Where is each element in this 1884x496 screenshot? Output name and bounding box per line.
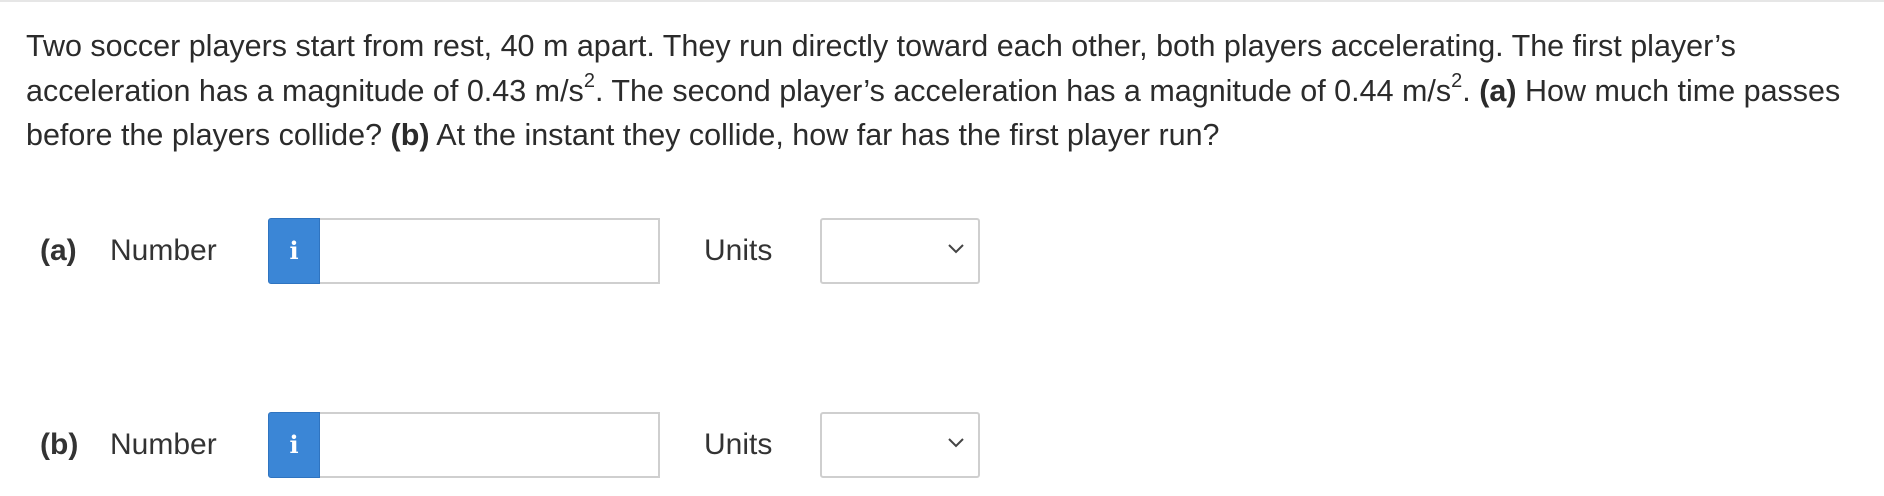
part-label: (a) xyxy=(40,234,77,267)
chevron-down-icon xyxy=(948,244,964,254)
question-separator: . xyxy=(1462,73,1480,108)
question-middle: . The second player’s acceleration has a… xyxy=(594,73,1452,108)
units-label: Units xyxy=(704,234,773,267)
number-label: Number xyxy=(110,428,217,461)
info-icon: i xyxy=(289,430,299,459)
info-button[interactable]: i xyxy=(268,412,320,478)
units-label: Units xyxy=(704,428,773,461)
part-label: (b) xyxy=(40,428,79,461)
part-b-tag: (b) xyxy=(390,118,430,152)
question-page: Two soccer players start from rest, 40 m… xyxy=(0,0,1884,496)
number-input[interactable] xyxy=(320,412,660,478)
exponent: 2 xyxy=(1451,70,1463,93)
info-button[interactable]: i xyxy=(268,218,320,284)
info-icon: i xyxy=(289,236,299,265)
exponent: 2 xyxy=(583,70,595,93)
answer-row-b: (b) Number i Units xyxy=(0,412,1884,478)
part-a-tag: (a) xyxy=(1479,73,1517,108)
chevron-down-icon xyxy=(948,438,964,448)
units-dropdown[interactable] xyxy=(820,218,980,284)
units-dropdown[interactable] xyxy=(820,412,980,478)
number-input[interactable] xyxy=(320,218,660,284)
number-label: Number xyxy=(110,234,217,267)
part-b-question: At the instant they collide, how far has… xyxy=(429,118,1220,152)
question-text: Two soccer players start from rest, 40 m… xyxy=(26,24,1866,158)
answer-row-a: (a) Number i Units xyxy=(0,218,1884,284)
